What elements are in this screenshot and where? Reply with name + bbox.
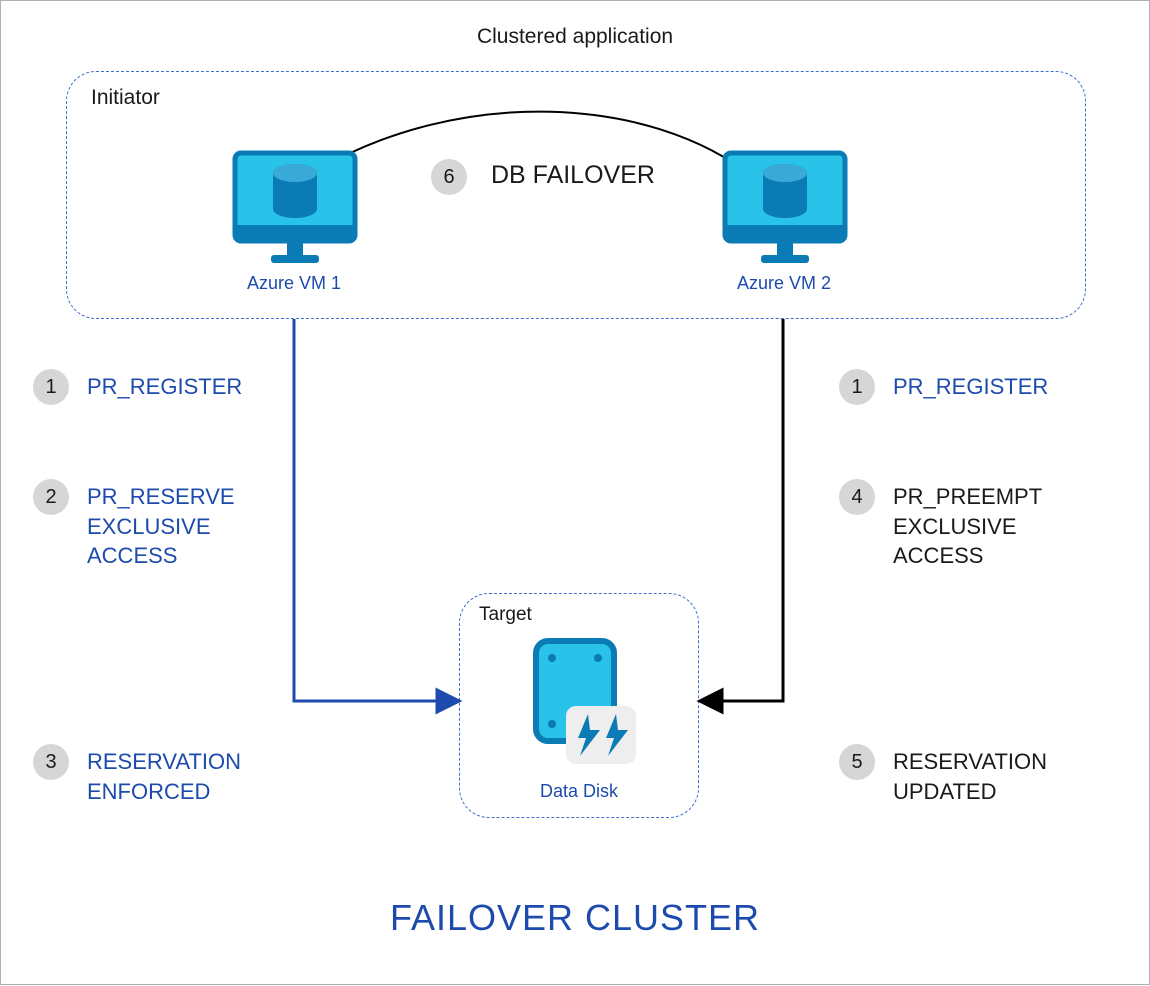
vm-icon xyxy=(231,149,359,269)
right-step-1: 1 PR_REGISTER xyxy=(839,369,1048,405)
step-number-badge: 2 xyxy=(33,479,69,515)
step-number-badge: 5 xyxy=(839,744,875,780)
step-number-badge: 3 xyxy=(33,744,69,780)
right-step-2: 4 PR_PREEMPT EXCLUSIVE ACCESS xyxy=(839,479,1042,571)
step-label: PR_REGISTER xyxy=(893,369,1048,402)
data-disk-label: Data Disk xyxy=(459,781,699,802)
step-number-badge: 1 xyxy=(839,369,875,405)
left-step-2: 2 PR_RESERVE EXCLUSIVE ACCESS xyxy=(33,479,235,571)
step-label: RESERVATION ENFORCED xyxy=(87,744,241,806)
step-number-badge: 1 xyxy=(33,369,69,405)
vm-icon xyxy=(721,149,849,269)
failover-step-label: DB FAILOVER xyxy=(491,161,655,190)
step-label: RESERVATION UPDATED xyxy=(893,744,1047,806)
data-disk-icon xyxy=(526,636,646,776)
step-number-badge: 4 xyxy=(839,479,875,515)
left-step-1: 1 PR_REGISTER xyxy=(33,369,242,405)
left-step-3: 3 RESERVATION ENFORCED xyxy=(33,744,241,806)
footer-title: FAILOVER CLUSTER xyxy=(1,897,1149,939)
failover-step: 6 xyxy=(431,159,467,195)
step-label: PR_RESERVE EXCLUSIVE ACCESS xyxy=(87,479,235,571)
step-label: PR_REGISTER xyxy=(87,369,242,402)
diagram-canvas: Clustered application Initiator Target xyxy=(0,0,1150,985)
step-label: PR_PREEMPT EXCLUSIVE ACCESS xyxy=(893,479,1042,571)
right-step-3: 5 RESERVATION UPDATED xyxy=(839,744,1047,806)
step-number-badge: 6 xyxy=(431,159,467,195)
vm2-label: Azure VM 2 xyxy=(709,273,859,294)
vm1-label: Azure VM 1 xyxy=(219,273,369,294)
